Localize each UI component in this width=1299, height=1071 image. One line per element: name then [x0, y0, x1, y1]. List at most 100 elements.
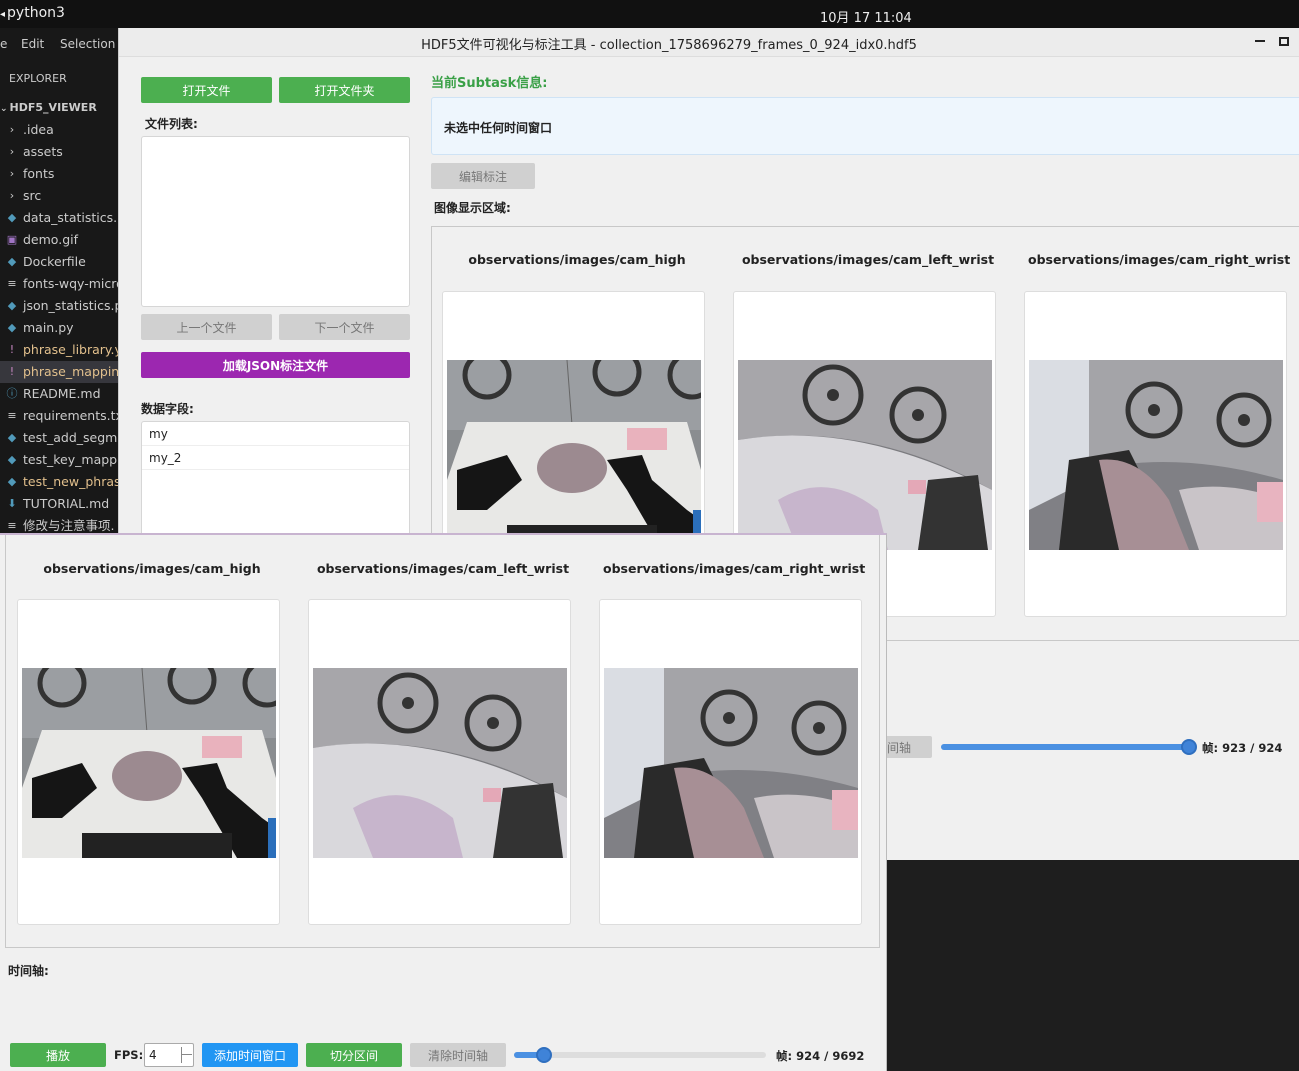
text-file-icon: ≡: [7, 519, 17, 532]
chevron-right-icon: ›: [9, 145, 15, 158]
file-tree-item[interactable]: ≡ 修改与注意事项.: [0, 515, 118, 535]
file-tree-item-label: src: [23, 188, 42, 203]
python-icon: ◆: [7, 453, 17, 466]
file-tree-item-label: demo.gif: [23, 232, 79, 247]
file-tree-item-label: test_add_segme: [23, 430, 118, 445]
frame-slider-handle[interactable]: [536, 1047, 552, 1063]
file-tree-item-label: README.md: [23, 386, 101, 401]
window-title: HDF5文件可视化与标注工具 - collection_1758696279_f…: [421, 38, 917, 53]
menu-item-selection[interactable]: Selection: [60, 37, 115, 51]
camera-title: observations/images/cam_left_wrist: [741, 252, 995, 267]
active-app[interactable]: ◂ python3: [0, 5, 65, 21]
file-tree-item[interactable]: ◆ test_key_mappi: [0, 449, 118, 471]
file-list[interactable]: [141, 136, 410, 307]
file-tree-item[interactable]: ≡ fonts-wqy-micro: [0, 273, 118, 295]
info-icon: ⓘ: [6, 387, 18, 400]
timeline-label: 时间轴:: [8, 964, 49, 978]
file-tree-item-label: phrase_mapping: [23, 364, 118, 379]
file-tree-item[interactable]: ▣ demo.gif: [0, 229, 118, 251]
system-clock[interactable]: 10月 17 11:04: [820, 7, 912, 26]
file-tree-item[interactable]: ⓘ README.md: [0, 383, 118, 405]
python-icon: ◆: [7, 321, 17, 334]
file-tree-item-label: fonts: [23, 166, 55, 181]
image-area-label: 图像显示区域:: [434, 201, 511, 215]
file-tree-item[interactable]: › assets: [0, 141, 118, 163]
menu-item-edit[interactable]: Edit: [21, 37, 44, 51]
stepper-arrows-icon[interactable]: [181, 1047, 192, 1063]
play-button[interactable]: 播放: [10, 1043, 106, 1067]
file-tree-item-label: json_statistics.p: [23, 298, 118, 313]
frame-slider[interactable]: [514, 1047, 766, 1063]
frame-slider-handle[interactable]: [1181, 739, 1197, 755]
file-tree-item-label: test_key_mappi: [23, 452, 118, 467]
camera-card: [1024, 291, 1287, 617]
maximize-icon[interactable]: [1279, 37, 1289, 46]
vscode-explorer-sidebar: EXPLORER ⌄ HDF5_VIEWER › .idea › assets › font…: [0, 60, 118, 535]
yaml-icon: !: [9, 365, 15, 378]
fps-stepper[interactable]: 4: [144, 1043, 194, 1067]
camera-image: [604, 668, 858, 858]
camera-image: [1029, 360, 1283, 550]
camera-image: [313, 668, 567, 858]
file-tree-item[interactable]: › .idea: [0, 119, 118, 141]
prev-file-button[interactable]: 上一个文件: [141, 314, 272, 340]
add-time-window-button[interactable]: 添加时间窗口: [202, 1043, 298, 1067]
frame-counter: 帧: 923 / 924: [1202, 741, 1283, 755]
chevron-right-icon: ›: [9, 123, 15, 136]
file-tree-item[interactable]: ◆ test_new_phras: [0, 471, 118, 493]
yaml-icon: !: [9, 343, 15, 356]
menu-item-partial[interactable]: e: [0, 37, 7, 51]
frame-slider-fill: [941, 744, 1189, 750]
list-item[interactable]: my: [142, 422, 409, 446]
python-icon: ◆: [7, 211, 17, 224]
file-tree-item[interactable]: ◆ Dockerfile: [0, 251, 118, 273]
fps-value: 4: [149, 1048, 157, 1062]
explorer-header: EXPLORER: [9, 72, 67, 85]
file-tree-item[interactable]: › fonts: [0, 163, 118, 185]
file-tree-item[interactable]: ≡ requirements.tx: [0, 405, 118, 427]
file-tree-item-label: fonts-wqy-micro: [23, 276, 118, 291]
camera-card: [599, 599, 862, 925]
file-tree-item[interactable]: ◆ test_add_segme: [0, 427, 118, 449]
subtask-info-box: 未选中任何时间窗口: [431, 97, 1299, 155]
file-tree-item[interactable]: ◆ main.py: [0, 317, 118, 339]
project-folder[interactable]: ⌄ HDF5_VIEWER: [0, 101, 97, 114]
python-icon: ◆: [7, 475, 17, 488]
file-tree-item[interactable]: ! phrase_library.y: [0, 339, 118, 361]
split-interval-button[interactable]: 切分区间: [306, 1043, 402, 1067]
data-fields-list: my my_2: [141, 421, 410, 541]
file-tree-item[interactable]: ◆ data_statistics.p: [0, 207, 118, 229]
file-tree-item[interactable]: ◆ json_statistics.p: [0, 295, 118, 317]
docker-icon: ◆: [7, 255, 17, 268]
minimize-icon[interactable]: [1255, 40, 1265, 42]
open-folder-button[interactable]: 打开文件夹: [279, 77, 410, 103]
app-menu-icon: ◂: [0, 9, 6, 20]
list-item[interactable]: my_2: [142, 446, 409, 470]
file-tree-item[interactable]: ! phrase_mapping: [0, 361, 118, 383]
text-file-icon: ≡: [7, 409, 17, 422]
camera-card: [17, 599, 280, 925]
file-tree-item[interactable]: › src: [0, 185, 118, 207]
file-tree-item-label: .idea: [23, 122, 54, 137]
clear-timeline-button[interactable]: 清除时间轴: [410, 1043, 506, 1067]
camera-title: observations/images/cam_right_wrist: [603, 561, 866, 576]
file-tree-item-label: data_statistics.p: [23, 210, 118, 225]
file-tree-item[interactable]: ⬇ TUTORIAL.md: [0, 493, 118, 515]
next-file-button[interactable]: 下一个文件: [279, 314, 410, 340]
data-fields-label: 数据字段:: [141, 402, 194, 416]
file-tree-item-label: main.py: [23, 320, 74, 335]
open-file-button[interactable]: 打开文件: [141, 77, 272, 103]
image-display-area: observations/images/cam_high observation…: [5, 535, 880, 948]
camera-title: observations/images/cam_right_wrist: [1028, 252, 1291, 267]
subtask-info-text: 未选中任何时间窗口: [444, 121, 553, 135]
chevron-down-icon: ⌄: [0, 104, 8, 114]
download-icon: ⬇: [7, 497, 17, 510]
camera-image: [22, 668, 276, 858]
edit-annotation-button[interactable]: 编辑标注: [431, 163, 535, 189]
fps-label: FPS:: [114, 1048, 144, 1062]
chevron-right-icon: ›: [9, 167, 15, 180]
image-icon: ▣: [6, 233, 18, 246]
clear-timeline-button[interactable]: 间轴: [885, 736, 932, 758]
frame-slider[interactable]: [941, 739, 1197, 755]
load-json-button[interactable]: 加载JSON标注文件: [141, 352, 410, 378]
